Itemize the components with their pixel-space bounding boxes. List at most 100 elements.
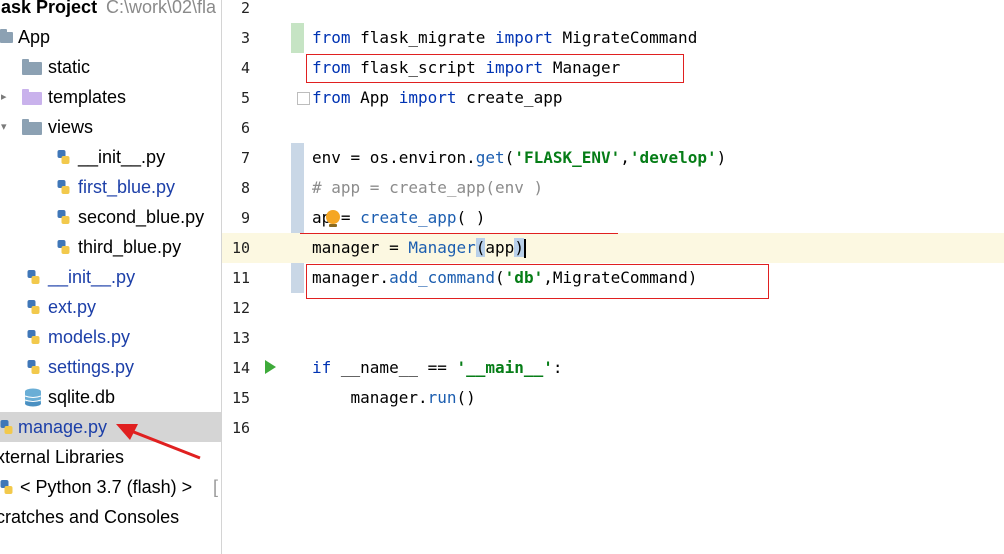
line-number: 15 <box>231 389 250 407</box>
tree-item-second-blue[interactable]: second_blue.py <box>0 202 221 232</box>
tree-item-label: cratches and Consoles <box>0 507 180 527</box>
code-line-5: 5 from App import create_app <box>222 83 1004 113</box>
code-line-7: 7 env = os.environ.get('FLASK_ENV','deve… <box>222 143 1004 233</box>
code-text: manager.run() <box>312 383 476 413</box>
tree-item-label: __init__.py <box>48 267 136 287</box>
keyword: import <box>398 88 457 107</box>
code-token: , <box>620 148 630 167</box>
tree-item-label: views <box>48 117 94 137</box>
python-file-icon <box>57 150 70 164</box>
tree-item-label: static <box>48 57 91 77</box>
string-literal: '__main__' <box>456 358 553 377</box>
code-text: from flask_migrate import MigrateCommand <box>312 23 697 53</box>
code-token: ) <box>716 148 727 167</box>
keyword: from <box>312 28 351 47</box>
tree-item-label: first_blue.py <box>78 177 176 197</box>
code-line-10: 10 manager = Manager(app) <box>222 233 1004 263</box>
line-number: 6 <box>240 119 250 137</box>
line-number: 13 <box>231 329 250 347</box>
tree-root-row[interactable]: lask Project C:\work\02\fla <box>0 0 221 22</box>
code-token: : <box>552 358 563 377</box>
fold-end-icon[interactable] <box>297 92 310 105</box>
line-number: 12 <box>231 299 250 317</box>
lightbulb-icon[interactable] <box>326 210 340 227</box>
imported-name: create_app <box>456 88 563 107</box>
tree-item-templates[interactable]: ▸ templates <box>0 82 221 112</box>
python-sdk-icon <box>0 480 13 494</box>
line-number: 14 <box>231 359 250 377</box>
matched-paren: ( <box>475 238 486 257</box>
tree-item-views-init[interactable]: __init__.py <box>0 142 221 172</box>
annotation-box-import-manager <box>306 54 684 83</box>
code-token: env = os.environ. <box>312 148 476 167</box>
tree-item-label: ext.py <box>48 297 97 317</box>
project-name: lask Project <box>0 0 98 17</box>
sdk-path-fragment: [ <box>213 477 219 497</box>
tree-item-app-init[interactable]: __init__.py <box>0 262 221 292</box>
imported-name: MigrateCommand <box>552 28 698 47</box>
tree-item-label: third_blue.py <box>78 237 182 257</box>
code-token: manager. <box>312 388 428 407</box>
tree-item-label: __init__.py <box>78 147 166 167</box>
matched-paren: ) <box>514 238 524 257</box>
python-file-icon <box>57 210 70 224</box>
code-editor[interactable]: 2 3 from flask_migrate import MigrateCom… <box>222 0 1004 554</box>
tree-item-views[interactable]: ▾ views <box>0 112 221 142</box>
project-tree: lask Project C:\work\02\fla App static ▸… <box>0 0 221 554</box>
annotation-box-add-command <box>306 264 769 299</box>
code-token: ( <box>504 148 515 167</box>
line-number: 5 <box>240 89 250 107</box>
tree-item-models[interactable]: models.py <box>0 322 221 352</box>
code-text: if __name__ == '__main__': <box>312 353 562 383</box>
tree-item-label: settings.py <box>48 357 135 377</box>
tree-item-first-blue[interactable]: first_blue.py <box>0 172 221 202</box>
vcs-added-marker[interactable] <box>291 23 304 53</box>
tree-item-app[interactable]: App <box>0 22 221 52</box>
code-token: app <box>485 238 515 257</box>
keyword: if <box>312 358 332 377</box>
python-file-icon <box>27 300 40 314</box>
chevron-down-icon[interactable]: ▾ <box>1 112 7 142</box>
text-caret <box>523 239 526 258</box>
tree-item-sqlite[interactable]: sqlite.db <box>0 382 221 412</box>
python-file-icon <box>27 270 40 284</box>
tree-item-ext[interactable]: ext.py <box>0 292 221 322</box>
tree-item-third-blue[interactable]: third_blue.py <box>0 232 221 262</box>
line-number: 8 <box>240 179 250 197</box>
method-call: run <box>427 388 457 407</box>
tree-item-label: < Python 3.7 (flash) > <box>20 477 193 497</box>
annotation-arrow <box>116 424 201 460</box>
string-literal: 'develop' <box>629 148 717 167</box>
code-line-16: 16 <box>222 413 1004 443</box>
python-file-icon <box>0 420 13 434</box>
python-file-icon <box>57 240 70 254</box>
code-token: manager = <box>312 238 409 257</box>
line-number: 9 <box>240 209 250 227</box>
package-folder-icon <box>22 119 42 135</box>
keyword: import <box>495 28 553 47</box>
chevron-right-icon[interactable]: ▸ <box>1 82 7 112</box>
tree-item-label: second_blue.py <box>78 207 205 227</box>
keyword: from <box>312 88 351 107</box>
tree-item-python-sdk[interactable]: < Python 3.7 (flash) > [ <box>0 472 221 502</box>
class-call: Manager <box>408 238 476 257</box>
line-number: 2 <box>240 0 250 17</box>
tree-item-static[interactable]: static <box>0 52 221 82</box>
python-file-icon <box>27 360 40 374</box>
code-line-9: 9 ap = create_app( ) <box>222 203 1004 233</box>
run-icon[interactable] <box>265 360 276 374</box>
code-line-6: 6 <box>222 113 1004 143</box>
code-line-14: 14 if __name__ == '__main__': <box>222 353 1004 383</box>
code-text: from App import create_app <box>312 83 562 113</box>
folder-icon <box>22 59 42 75</box>
code-text: manager = Manager(app) <box>312 233 526 263</box>
vcs-modified-marker[interactable] <box>291 263 304 293</box>
tree-item-label: sqlite.db <box>48 387 116 407</box>
tree-item-settings[interactable]: settings.py <box>0 352 221 382</box>
database-icon <box>24 388 42 407</box>
code-text: env = os.environ.get('FLASK_ENV','develo… <box>312 143 726 173</box>
code-token: ( ) <box>456 208 486 227</box>
code-line-8: 8 # app = create_app(env ) <box>222 173 1004 203</box>
comment: # app = create_app(env ) <box>312 178 544 197</box>
tree-item-scratches[interactable]: cratches and Consoles <box>0 502 221 532</box>
